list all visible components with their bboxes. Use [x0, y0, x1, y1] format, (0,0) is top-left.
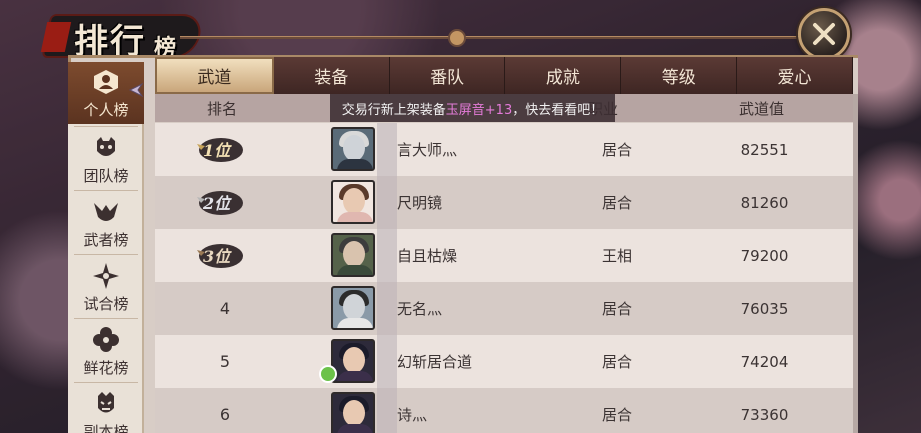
sidebar-item-flower[interactable]: 鲜花榜	[68, 320, 144, 382]
rank-number: 5	[219, 352, 231, 371]
table-row[interactable]: 4 无名灬 居合 76035	[155, 282, 853, 335]
avatar[interactable]	[331, 286, 375, 330]
table-row[interactable]: 1位 言大师灬 居合 82551	[155, 123, 853, 176]
tab-martial[interactable]: 武道	[155, 57, 274, 94]
player-score: 74204	[740, 352, 789, 371]
player-score: 82551	[740, 140, 789, 159]
player-score: 79200	[740, 246, 789, 265]
avatar[interactable]	[331, 339, 375, 383]
ticker-prefix: 交易行新上架装备	[341, 102, 446, 118]
tab-squad[interactable]: 番队	[389, 57, 506, 94]
player-score: 73360	[740, 405, 789, 424]
player-name: 无名灬	[397, 300, 443, 318]
person-icon	[91, 67, 121, 97]
ticker-item: 玉屏音+13	[445, 102, 513, 118]
avatar[interactable]	[331, 180, 375, 224]
tab-love[interactable]: 爱心	[737, 57, 853, 94]
announcement-ticker: 交易行新上架装备 玉屏音+13 ，快去看看吧！	[330, 94, 615, 122]
table-row[interactable]: 5 幻斩居合道 居合 74204	[155, 335, 853, 388]
table-row[interactable]: 2位 尺明镜 居合 81260	[155, 176, 853, 229]
player-name: 言大师灬	[397, 141, 458, 159]
top-ornament-bar	[180, 29, 805, 47]
player-job: 居合	[601, 141, 632, 159]
player-name: 幻斩居合道	[397, 353, 473, 371]
sidebar-item-warrior[interactable]: 武者榜	[68, 192, 144, 254]
sidebar-item-match[interactable]: 试合榜	[68, 256, 144, 318]
close-button[interactable]	[798, 8, 850, 60]
player-job: 居合	[601, 353, 632, 371]
rank-number: 6	[219, 405, 231, 424]
ornament-gem-icon	[448, 29, 466, 47]
player-name: 诗灬	[397, 406, 428, 424]
player-job: 居合	[601, 194, 632, 212]
player-name: 尺明镜	[397, 194, 443, 212]
player-job: 居合	[601, 300, 632, 318]
player-score: 76035	[740, 299, 789, 318]
list-scrollbar[interactable]	[853, 94, 858, 433]
player-name: 自且枯燥	[397, 247, 458, 265]
tab-equipment[interactable]: 装备	[273, 57, 390, 94]
sidebar-item-team[interactable]: 团队榜	[68, 128, 144, 190]
flower-icon	[91, 325, 121, 355]
close-icon	[813, 23, 835, 45]
ranking-list: 1位 言大师灬 居合 82551 2位 尺明镜 居合 81260 3位 自且枯燥…	[155, 123, 853, 433]
table-header: 排名 职业 武道值 交易行新上架装备玉屏音+13，快去看看吧！	[155, 94, 853, 122]
rank-badge: 2位	[195, 176, 251, 229]
ticker-suffix: ，快去看看吧！	[512, 102, 604, 118]
rank-badge: 3位	[195, 229, 251, 282]
oni-mask-icon	[91, 133, 121, 163]
sidebar: 个人榜 团队榜 武者榜 试合榜 鲜花榜 副本榜	[68, 62, 144, 433]
tab-achievement[interactable]: 成就	[505, 57, 622, 94]
sidebar-item-dungeon[interactable]: 副本榜	[68, 384, 144, 433]
shuriken-icon	[91, 261, 121, 291]
player-score: 81260	[740, 193, 789, 212]
tab-level[interactable]: 等级	[621, 57, 738, 94]
avatar[interactable]	[331, 127, 375, 171]
table-row[interactable]: 3位 自且枯燥 王相 79200	[155, 229, 853, 282]
demon-mask-icon	[91, 389, 121, 419]
player-job: 王相	[601, 247, 632, 265]
avatar[interactable]	[331, 233, 375, 277]
header-score: 武道值	[739, 100, 785, 118]
player-job: 居合	[601, 406, 632, 424]
rank-number: 4	[219, 299, 231, 318]
active-pointer-icon	[128, 82, 144, 98]
header-rank: 排名	[207, 100, 238, 118]
chat-bubble-icon[interactable]	[319, 365, 337, 383]
samurai-helmet-icon	[91, 197, 121, 227]
table-row[interactable]: 6 诗灬 居合 73360	[155, 388, 853, 433]
avatar[interactable]	[331, 392, 375, 433]
tab-bar: 武道 装备 番队 成就 等级 爱心	[155, 57, 853, 94]
rank-badge: 1位	[195, 123, 251, 176]
